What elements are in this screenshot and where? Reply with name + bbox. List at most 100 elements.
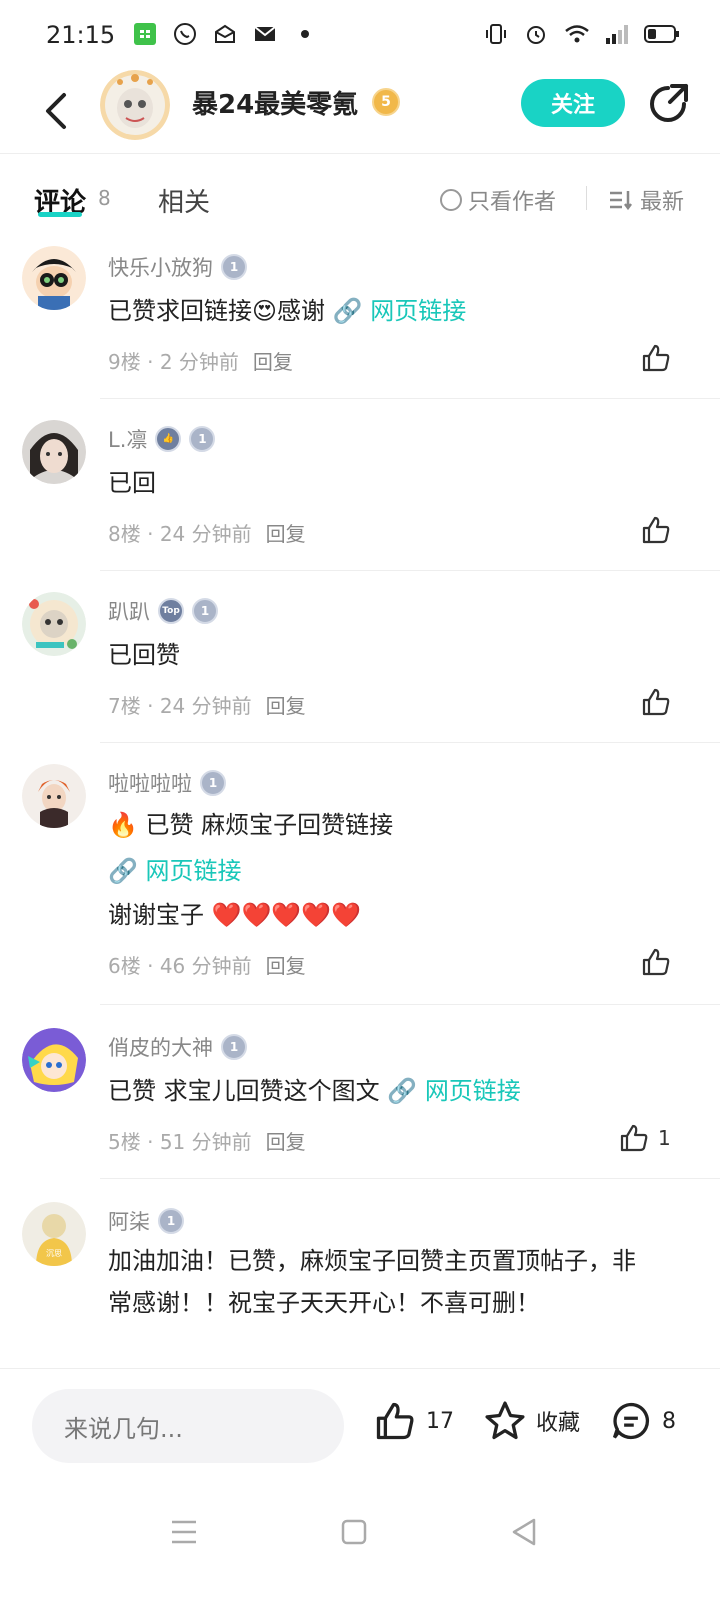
comment-input[interactable]: 来说几句... xyxy=(32,1389,344,1463)
like-button[interactable] xyxy=(640,946,680,978)
thumbs-up-icon xyxy=(642,344,670,372)
comment-meta: 6楼 · 46 分钟前 回复 xyxy=(108,950,306,979)
badge-text: 1 xyxy=(198,432,207,446)
reply-button[interactable]: 回复 xyxy=(266,518,306,547)
like-button[interactable] xyxy=(640,342,680,374)
badge-text: Top xyxy=(162,606,180,616)
avatar[interactable] xyxy=(22,420,86,484)
home-square-icon xyxy=(341,1519,367,1545)
back-nav-button[interactable] xyxy=(504,1512,544,1552)
link-label: 网页链接 xyxy=(424,1077,521,1105)
author-avatar[interactable] xyxy=(100,70,170,140)
post-like-count: 17 xyxy=(426,1408,454,1434)
comment-tabs: 评论 8 相关 只看作者 最新 xyxy=(0,170,720,230)
user-level-badge: 1 xyxy=(158,1208,184,1234)
like-button[interactable] xyxy=(640,514,680,546)
reply-button[interactable]: 回复 xyxy=(266,950,306,979)
web-link[interactable]: 🔗 网页链接 xyxy=(387,1077,521,1105)
comment-text: 已回 xyxy=(108,469,156,497)
thumbs-up-icon xyxy=(642,516,670,544)
back-triangle-icon xyxy=(512,1518,536,1546)
level-badge: 5 xyxy=(372,88,400,116)
comment-divider xyxy=(100,1178,720,1179)
web-link[interactable]: 🔗 网页链接 xyxy=(333,297,467,325)
avatar[interactable] xyxy=(22,246,86,310)
avatar[interactable] xyxy=(22,1028,86,1092)
filter-divider xyxy=(586,186,587,210)
star-icon xyxy=(485,1401,525,1440)
link-icon: 🔗 xyxy=(332,297,363,325)
commenter-name[interactable]: 快乐小放狗 xyxy=(108,252,213,282)
sort-latest-button[interactable]: 最新 xyxy=(608,184,684,216)
radio-circle-icon xyxy=(440,189,462,211)
home-button[interactable] xyxy=(334,1512,374,1552)
comment-text: 已赞求回链接😍感谢 🔗 网页链接 xyxy=(108,290,668,332)
author-name[interactable]: 暴24最美零氪 xyxy=(192,84,358,121)
favorite-button[interactable]: 收藏 xyxy=(482,1399,580,1443)
commenter-name[interactable]: 啦啦啦啦 xyxy=(108,768,192,798)
comment-text: 🔥 已赞 麻烦宝子回赞链接 🔗 网页链接 谢谢宝子 ❤️❤️❤️❤️❤️ xyxy=(108,804,668,936)
comment-meta: 5楼 · 51 分钟前 回复 xyxy=(108,1126,306,1155)
sort-label: 最新 xyxy=(640,190,685,215)
whatsapp-icon xyxy=(173,22,199,48)
reply-button[interactable]: 回复 xyxy=(266,1126,306,1155)
share-button[interactable] xyxy=(646,82,690,126)
back-arrow-icon xyxy=(46,93,66,129)
menu-button[interactable] xyxy=(164,1512,204,1552)
user-level-badge: 1 xyxy=(221,254,247,280)
comment-divider xyxy=(100,570,720,571)
thumbs-up-icon xyxy=(642,948,670,976)
link-label: 网页链接 xyxy=(370,297,467,325)
dot-icon xyxy=(293,22,319,48)
only-author-toggle[interactable]: 只看作者 xyxy=(440,184,556,216)
comment-time: 2 分钟前 xyxy=(159,350,239,374)
like-button[interactable] xyxy=(640,686,680,718)
status-bar: 21:15 xyxy=(0,0,720,70)
comment-divider xyxy=(100,398,720,399)
status-time: 21:15 xyxy=(46,21,116,49)
only-author-label: 只看作者 xyxy=(468,190,557,215)
post-like-button[interactable]: 17 xyxy=(372,1399,454,1443)
svg-text:沉思: 沉思 xyxy=(46,1249,62,1258)
reply-button[interactable]: 回复 xyxy=(253,346,293,375)
mail-open-icon xyxy=(213,22,239,48)
avatar[interactable] xyxy=(22,592,86,656)
floor-number: 6楼 xyxy=(108,954,141,978)
comment-meta: 7楼 · 24 分钟前 回复 xyxy=(108,690,306,719)
commenter-name[interactable]: 俏皮的大神 xyxy=(108,1032,213,1062)
comment-meta: 8楼 · 24 分钟前 回复 xyxy=(108,518,306,547)
comment-divider xyxy=(100,742,720,743)
user-level-badge: 1 xyxy=(200,770,226,796)
signal-icon xyxy=(604,22,630,48)
share-icon xyxy=(650,84,688,122)
comment-bubble-icon xyxy=(612,1402,650,1440)
floor-number: 7楼 xyxy=(108,694,141,718)
comments-button[interactable]: 8 xyxy=(608,1399,676,1443)
commenter-name[interactable]: L.凛 xyxy=(108,424,147,454)
commenter-name[interactable]: 阿柒 xyxy=(108,1206,150,1236)
comment-text: 已赞 求宝儿回赞这个图文 🔗 网页链接 xyxy=(108,1070,668,1112)
floor-number: 5楼 xyxy=(108,1130,141,1154)
bottom-action-bar: 来说几句... 17 收藏 8 xyxy=(0,1368,720,1488)
avatar[interactable] xyxy=(22,764,86,828)
web-link[interactable]: 🔗 网页链接 xyxy=(108,850,668,892)
tab-related[interactable]: 相关 xyxy=(158,182,210,219)
thumbs-up-icon xyxy=(376,1402,414,1440)
avatar[interactable]: 沉思 xyxy=(22,1202,86,1266)
like-count: 1 xyxy=(658,1126,671,1150)
comment-meta: 9楼 · 2 分钟前 回复 xyxy=(108,346,293,375)
comment-time: 24 分钟前 xyxy=(159,694,252,718)
like-button[interactable]: 1 xyxy=(618,1122,671,1154)
tab-active-indicator xyxy=(38,212,82,217)
comment-time: 51 分钟前 xyxy=(159,1130,252,1154)
wifi-icon xyxy=(564,22,590,48)
badge-text: 1 xyxy=(166,1214,176,1228)
reply-button[interactable]: 回复 xyxy=(266,690,306,719)
level-badge-text: 5 xyxy=(381,94,391,110)
back-button[interactable] xyxy=(34,86,78,136)
sort-icon xyxy=(610,191,632,211)
follow-button[interactable]: 关注 xyxy=(521,79,625,127)
floor-number: 9楼 xyxy=(108,350,141,374)
mail-icon xyxy=(253,22,279,48)
commenter-name[interactable]: 趴趴 xyxy=(108,596,150,626)
